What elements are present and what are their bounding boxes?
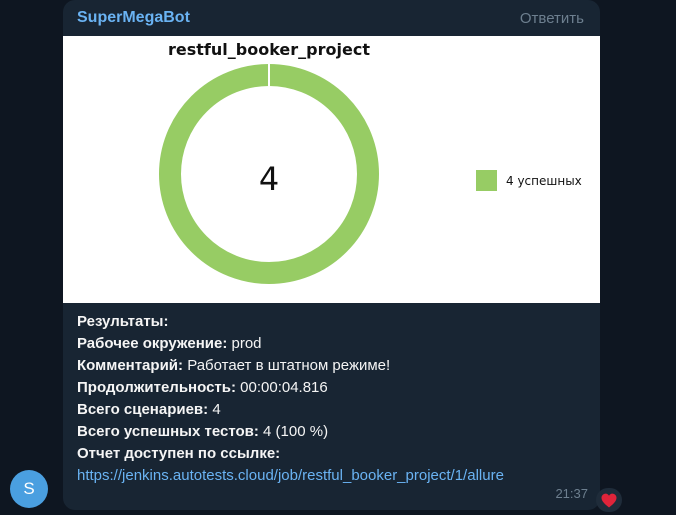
passed-label: Всего успешных тестов: (77, 423, 259, 440)
comment-value: Работает в штатном режиме! (187, 357, 391, 374)
message-bubble[interactable]: SuperMegaBot Ответить restful_booker_pro… (63, 0, 600, 510)
comment-line: Комментарий: Работает в штатном режиме! (77, 355, 592, 377)
sender-avatar[interactable]: S (10, 470, 48, 508)
chat-area: S SuperMegaBot Ответить restful_booker_p… (0, 0, 676, 515)
message-timestamp: 21:37 (555, 486, 588, 501)
message-header: SuperMegaBot Ответить (63, 0, 600, 36)
duration-line: Продолжительность: 00:00:04.816 (77, 377, 592, 399)
scenarios-value: 4 (212, 401, 221, 418)
report-chart-image[interactable]: restful_booker_project 4 4 успешных (63, 36, 600, 303)
chart-legend: 4 успешных (476, 170, 582, 191)
comment-label: Комментарий: (77, 357, 184, 374)
report-link[interactable]: https://jenkins.autotests.cloud/job/rest… (77, 467, 504, 484)
legend-swatch-passed (476, 170, 497, 191)
duration-label: Продолжительность: (77, 379, 236, 396)
scenarios-label: Всего сценариев: (77, 401, 209, 418)
env-value: prod (231, 335, 262, 352)
env-label: Рабочее окружение: (77, 335, 228, 352)
passed-value: 4 (100 %) (263, 423, 329, 440)
reply-button[interactable]: Ответить (520, 10, 584, 27)
message-text: Результаты: Рабочее окружение: prod Комм… (77, 311, 592, 487)
results-heading-line: Результаты: (77, 311, 592, 333)
reaction-heart[interactable] (596, 488, 622, 512)
chart-title: restful_booker_project (168, 40, 370, 59)
scenarios-line: Всего сценариев: 4 (77, 399, 592, 421)
report-line: Отчет доступен по ссылке: (77, 443, 592, 465)
sender-name[interactable]: SuperMegaBot (77, 9, 190, 27)
legend-label-passed: 4 успешных (506, 173, 582, 188)
report-label: Отчет доступен по ссылке: (77, 445, 281, 462)
red-heart-icon (601, 493, 617, 507)
results-label: Результаты: (77, 313, 169, 330)
avatar-letter: S (23, 479, 35, 498)
report-link-line: https://jenkins.autotests.cloud/job/rest… (77, 465, 592, 487)
duration-value: 00:00:04.816 (240, 379, 328, 396)
passed-line: Всего успешных тестов: 4 (100 %) (77, 421, 592, 443)
env-line: Рабочее окружение: prod (77, 333, 592, 355)
donut-center-value: 4 (258, 160, 280, 198)
